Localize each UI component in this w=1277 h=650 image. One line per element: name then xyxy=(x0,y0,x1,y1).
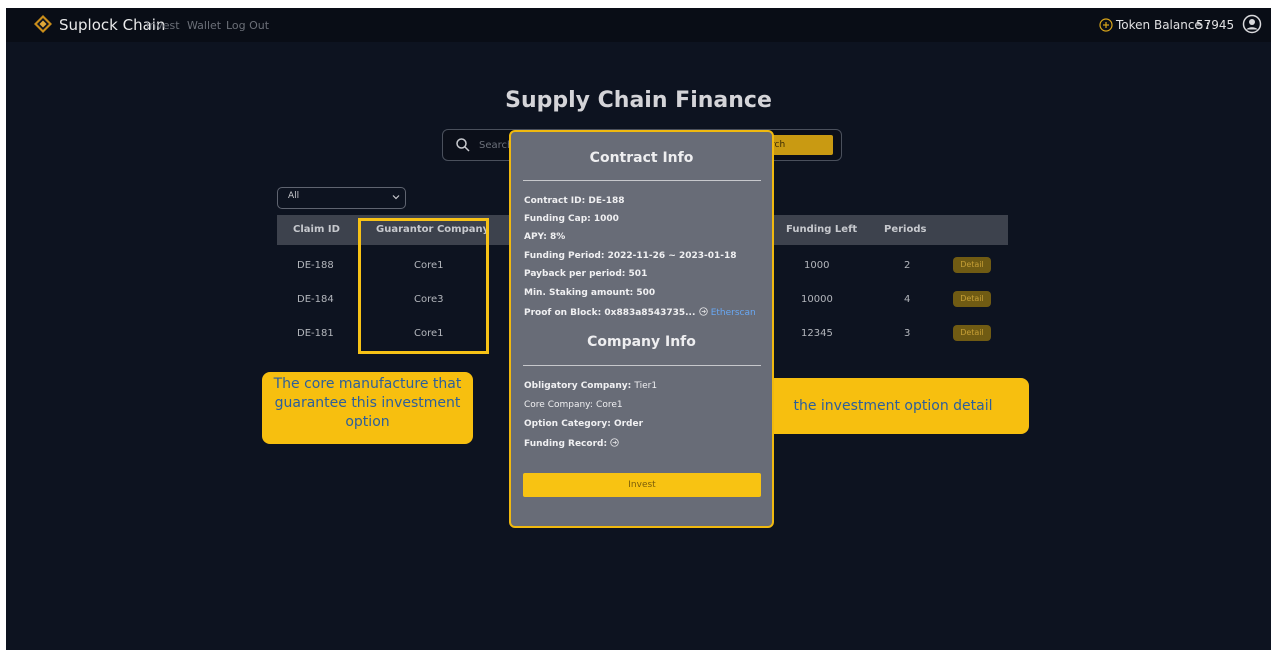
filter-selected-value: All xyxy=(288,191,300,201)
field-label: Funding Period: xyxy=(524,251,605,261)
nav-link-logout[interactable]: Log Out xyxy=(226,19,269,32)
contract-info-heading: Contract Info xyxy=(589,150,694,166)
obligatory-company-field: Obligatory Company: Tier1 xyxy=(524,381,657,391)
field-label: Funding Cap: xyxy=(524,214,591,224)
apy-field: APY: 8% xyxy=(524,232,565,242)
field-value: DE-188 xyxy=(588,196,625,206)
contract-detail-modal: Contract Info Contract ID: DE-188 Fundin… xyxy=(509,130,774,528)
search-icon xyxy=(456,138,470,152)
field-label: Funding Record: xyxy=(524,439,608,449)
funding-left-cell: 10000 xyxy=(801,294,833,305)
annotation-detail-callout: the investment option detail xyxy=(757,378,1029,434)
field-label: APY: xyxy=(524,232,547,242)
claim-id-cell: DE-188 xyxy=(297,260,334,271)
search-button[interactable]: rch xyxy=(765,135,833,155)
divider xyxy=(523,365,761,366)
logo-icon[interactable] xyxy=(34,15,52,33)
periods-cell: 2 xyxy=(904,260,911,271)
field-value: 8% xyxy=(550,232,566,242)
header-periods: Periods xyxy=(884,224,927,235)
header-claim-id: Claim ID xyxy=(293,224,340,235)
field-label: Proof on Block: xyxy=(524,308,602,318)
annotation-guarantor-callout: The core manufacture that guarantee this… xyxy=(262,372,473,444)
field-value: Tier1 xyxy=(634,381,658,391)
field-value: 500 xyxy=(636,288,656,298)
user-icon[interactable] xyxy=(1242,14,1262,34)
header-funding-left: Funding Left xyxy=(786,224,858,235)
option-category-field: Option Category: Order xyxy=(524,419,643,429)
contract-id-field: Contract ID: DE-188 xyxy=(524,196,624,206)
payback-per-period-field: Payback per period: 501 xyxy=(524,269,647,279)
nav-link-invest[interactable]: Invest xyxy=(146,19,180,32)
detail-button[interactable]: Detail xyxy=(953,325,991,341)
field-value: 1000 xyxy=(593,214,619,224)
funding-left-cell: 12345 xyxy=(801,328,833,339)
periods-cell: 4 xyxy=(904,294,911,305)
claim-id-cell: DE-181 xyxy=(297,328,334,339)
field-value: Core1 xyxy=(596,400,623,410)
field-label: Contract ID: xyxy=(524,196,586,206)
claim-id-cell: DE-184 xyxy=(297,294,334,305)
field-value: 0x883a8543735... xyxy=(604,308,696,318)
funding-cap-field: Funding Cap: 1000 xyxy=(524,214,619,224)
token-icon xyxy=(1099,18,1113,32)
invest-button[interactable]: Invest xyxy=(523,473,761,497)
field-label: Core Company: xyxy=(524,400,593,410)
periods-cell: 3 xyxy=(904,328,911,339)
top-navbar: Suplock Chain Invest Wallet Log Out Toke… xyxy=(6,8,1271,42)
etherscan-link[interactable]: Etherscan xyxy=(711,308,756,318)
category-filter-select[interactable]: All xyxy=(277,187,406,209)
detail-button[interactable]: Detail xyxy=(953,257,991,273)
proof-on-block-field: Proof on Block: 0x883a8543735... Ethersc… xyxy=(524,307,756,318)
chevron-down-icon xyxy=(392,195,400,200)
funding-left-cell: 1000 xyxy=(804,260,830,271)
guarantor-column-highlight xyxy=(358,218,489,354)
field-label: Option Category: xyxy=(524,419,611,429)
token-balance-value: 57945 xyxy=(1196,18,1235,32)
circle-arrow-icon[interactable] xyxy=(698,307,708,316)
field-label: Payback per period: xyxy=(524,269,626,279)
nav-link-wallet[interactable]: Wallet xyxy=(187,19,221,32)
field-value: 501 xyxy=(628,269,648,279)
page-title: Supply Chain Finance xyxy=(505,88,772,113)
company-info-heading: Company Info xyxy=(587,334,696,350)
funding-period-field: Funding Period: 2022-11-26 ~ 2023-01-18 xyxy=(524,251,737,261)
detail-button[interactable]: Detail xyxy=(953,291,991,307)
field-label: Min. Staking amount: xyxy=(524,288,634,298)
funding-record-field: Funding Record: xyxy=(524,438,619,449)
min-staking-field: Min. Staking amount: 500 xyxy=(524,288,655,298)
core-company-field: Core Company: Core1 xyxy=(524,400,623,410)
field-value: Order xyxy=(613,419,644,429)
field-value: 2022-11-26 ~ 2023-01-18 xyxy=(607,251,737,261)
app-screen: Suplock Chain Invest Wallet Log Out Toke… xyxy=(6,8,1271,650)
field-label: Obligatory Company: xyxy=(524,381,632,391)
divider xyxy=(523,180,761,181)
circle-arrow-icon[interactable] xyxy=(610,438,619,447)
